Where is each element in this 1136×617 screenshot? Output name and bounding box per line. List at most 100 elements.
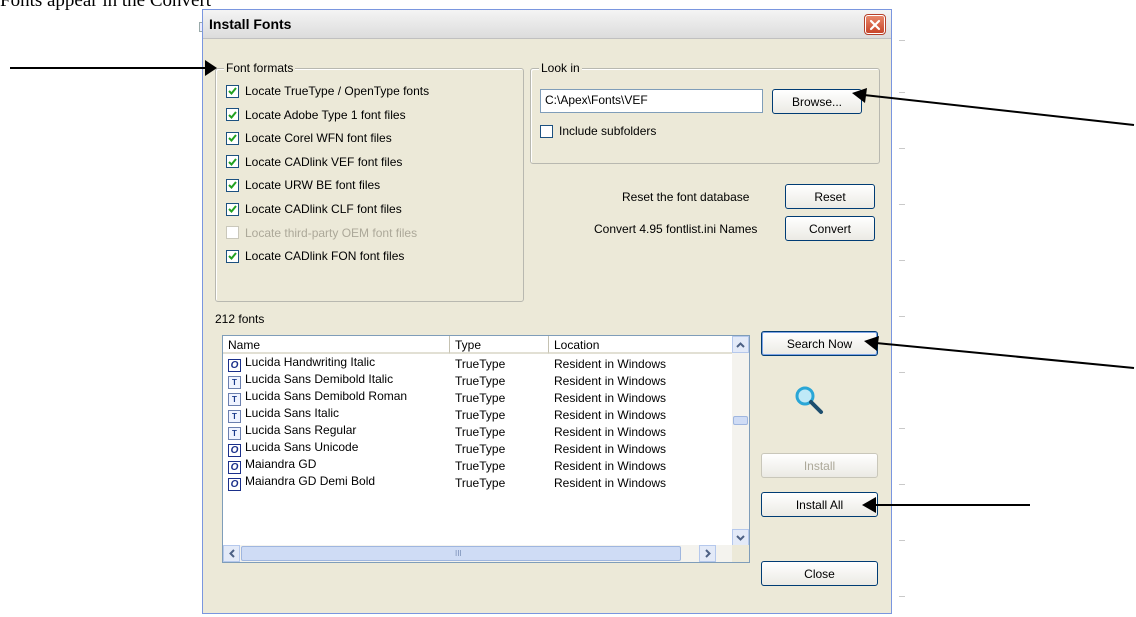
opentype-icon: O xyxy=(228,444,241,457)
browse-button[interactable]: Browse... xyxy=(772,89,862,114)
checkbox-box[interactable] xyxy=(226,178,239,192)
font-format-checkbox[interactable]: Locate URW BE font files xyxy=(226,177,380,193)
close-icon xyxy=(869,19,881,30)
checkbox-label: Locate Corel WFN font files xyxy=(245,131,392,146)
dialog-body: Font formats Locate TrueType / OpenType … xyxy=(203,39,891,613)
font-format-checkbox[interactable]: Locate CADlink VEF font files xyxy=(226,154,402,170)
font-formats-group: Font formats Locate TrueType / OpenType … xyxy=(215,61,524,302)
checkbox-label: Locate Adobe Type 1 font files xyxy=(245,107,406,122)
opentype-icon: O xyxy=(228,478,241,491)
font-name-cell: T Lucida Sans Italic xyxy=(223,406,450,423)
font-name-cell: O Maiandra GD Demi Bold xyxy=(223,474,450,491)
font-location: Resident in Windows xyxy=(554,424,667,439)
font-type: TrueType xyxy=(455,441,506,456)
checkbox-label: Locate CADlink FON font files xyxy=(245,249,405,264)
table-row[interactable]: O Lucida Handwriting Italic TrueType Reside… xyxy=(223,355,733,372)
checkbox-label: Locate TrueType / OpenType fonts xyxy=(245,84,430,98)
font-name: Lucida Sans Regular xyxy=(245,423,357,437)
font-name: Maiandra GD Demi Bold xyxy=(245,474,376,488)
column-header-location[interactable]: Location xyxy=(549,336,733,354)
checkbox-label: Locate CADlink CLF font files xyxy=(245,202,402,216)
close-button[interactable]: Close xyxy=(761,561,878,586)
checkbox-label: Locate third-party OEM font files xyxy=(245,225,418,240)
table-row[interactable]: T Lucida Sans Demibold Roman TrueType Resid… xyxy=(223,389,733,406)
font-format-checkbox[interactable]: Locate CADlink FON font files xyxy=(226,248,404,264)
scroll-thumb[interactable] xyxy=(733,416,748,425)
font-type: TrueType xyxy=(455,373,506,388)
table-row[interactable]: O Maiandra GD Demi Bold TrueType Resident i… xyxy=(223,474,733,491)
vertical-scrollbar[interactable] xyxy=(732,336,749,546)
scrollbar-corner xyxy=(732,545,749,562)
font-type: TrueType xyxy=(455,475,506,490)
search-icon xyxy=(795,386,823,414)
font-name: Lucida Sans Demibold Roman xyxy=(245,389,408,403)
list-rows: O Lucida Handwriting Italic TrueType Reside… xyxy=(223,355,733,491)
font-name: Lucida Sans Demibold Italic xyxy=(245,372,394,386)
column-header-type[interactable]: Type xyxy=(450,336,549,354)
checkmark-icon xyxy=(228,252,237,261)
font-format-checkbox[interactable]: Locate CADlink CLF font files xyxy=(226,201,402,217)
font-list[interactable]: Name Type Location O Lucida Handwriting I… xyxy=(222,335,750,563)
install-all-button[interactable]: Install All xyxy=(761,492,878,517)
title-bar[interactable]: Install Fonts xyxy=(203,10,891,39)
checkmark-icon xyxy=(228,181,237,190)
font-type: TrueType xyxy=(455,390,506,405)
font-name-cell: O Maiandra GD xyxy=(223,457,450,474)
table-row[interactable]: O Maiandra GD TrueType Resident in Windows xyxy=(223,457,733,474)
column-header-name[interactable]: Name xyxy=(223,336,450,354)
scroll-down-button[interactable] xyxy=(732,529,749,546)
table-row[interactable]: T Lucida Sans Regular TrueType Resident in … xyxy=(223,423,733,440)
scroll-left-button[interactable] xyxy=(223,545,240,562)
checkbox-box[interactable] xyxy=(226,84,239,98)
look-in-legend: Look in xyxy=(539,61,582,75)
chevron-up-icon xyxy=(736,341,745,348)
truetype-icon: T xyxy=(228,376,241,389)
font-location: Resident in Windows xyxy=(554,373,667,388)
close-window-button[interactable] xyxy=(864,14,886,35)
horizontal-scrollbar[interactable]: III xyxy=(223,545,733,562)
scroll-right-button[interactable] xyxy=(699,545,716,562)
checkmark-icon xyxy=(228,134,237,143)
look-in-path-field[interactable]: C:\Apex\Fonts\VEF xyxy=(540,89,763,113)
install-button[interactable]: Install xyxy=(761,453,878,478)
checkmark-icon xyxy=(228,158,237,166)
convert-button[interactable]: Convert xyxy=(785,216,875,241)
checkbox-box[interactable] xyxy=(226,202,239,216)
table-row[interactable]: T Lucida Sans Italic TrueType Resident in W… xyxy=(223,406,733,423)
font-format-checkbox[interactable]: Locate Adobe Type 1 font files xyxy=(226,107,406,123)
search-now-button[interactable]: Search Now xyxy=(761,331,878,356)
reset-button[interactable]: Reset xyxy=(785,184,875,209)
grip-icon: III xyxy=(455,549,462,558)
opentype-icon: O xyxy=(228,461,241,474)
font-type: TrueType xyxy=(455,424,506,439)
scroll-up-button[interactable] xyxy=(732,336,749,353)
font-name-cell: O Lucida Handwriting Italic xyxy=(223,355,450,372)
checkbox-box[interactable] xyxy=(226,155,239,169)
reset-description: Reset the font database xyxy=(622,190,750,204)
truetype-icon: T xyxy=(228,393,241,406)
checkmark-icon xyxy=(228,87,237,95)
checkbox-box[interactable] xyxy=(226,249,239,263)
horizontal-scroll-thumb[interactable]: III xyxy=(241,546,681,561)
checkmark-icon xyxy=(228,110,237,119)
font-name: Lucida Sans Italic xyxy=(245,406,340,420)
checkbox-box[interactable] xyxy=(226,131,239,145)
font-location: Resident in Windows xyxy=(554,441,667,456)
checkmark-icon xyxy=(228,205,237,213)
table-row[interactable]: O Lucida Sans Unicode TrueType Resident in … xyxy=(223,440,733,457)
table-row[interactable]: T Lucida Sans Demibold Italic TrueType Resi… xyxy=(223,372,733,389)
include-subfolders-checkbox[interactable]: Include subfolders xyxy=(540,123,656,139)
font-name-cell: O Lucida Sans Unicode xyxy=(223,440,450,457)
list-header: Name Type Location xyxy=(223,336,733,354)
chevron-left-icon xyxy=(228,549,235,558)
font-name-cell: T Lucida Sans Demibold Roman xyxy=(223,389,450,406)
font-name: Lucida Sans Unicode xyxy=(245,440,359,454)
checkbox-box[interactable] xyxy=(226,108,239,122)
font-location: Resident in Windows xyxy=(554,407,667,422)
font-name: Lucida Handwriting Italic xyxy=(245,355,376,369)
font-format-checkbox[interactable]: Locate TrueType / OpenType fonts xyxy=(226,83,429,99)
checkbox-box[interactable] xyxy=(540,124,553,138)
include-subfolders-label: Include subfolders xyxy=(559,124,657,138)
font-type: TrueType xyxy=(455,407,506,422)
font-format-checkbox[interactable]: Locate Corel WFN font files xyxy=(226,130,392,146)
